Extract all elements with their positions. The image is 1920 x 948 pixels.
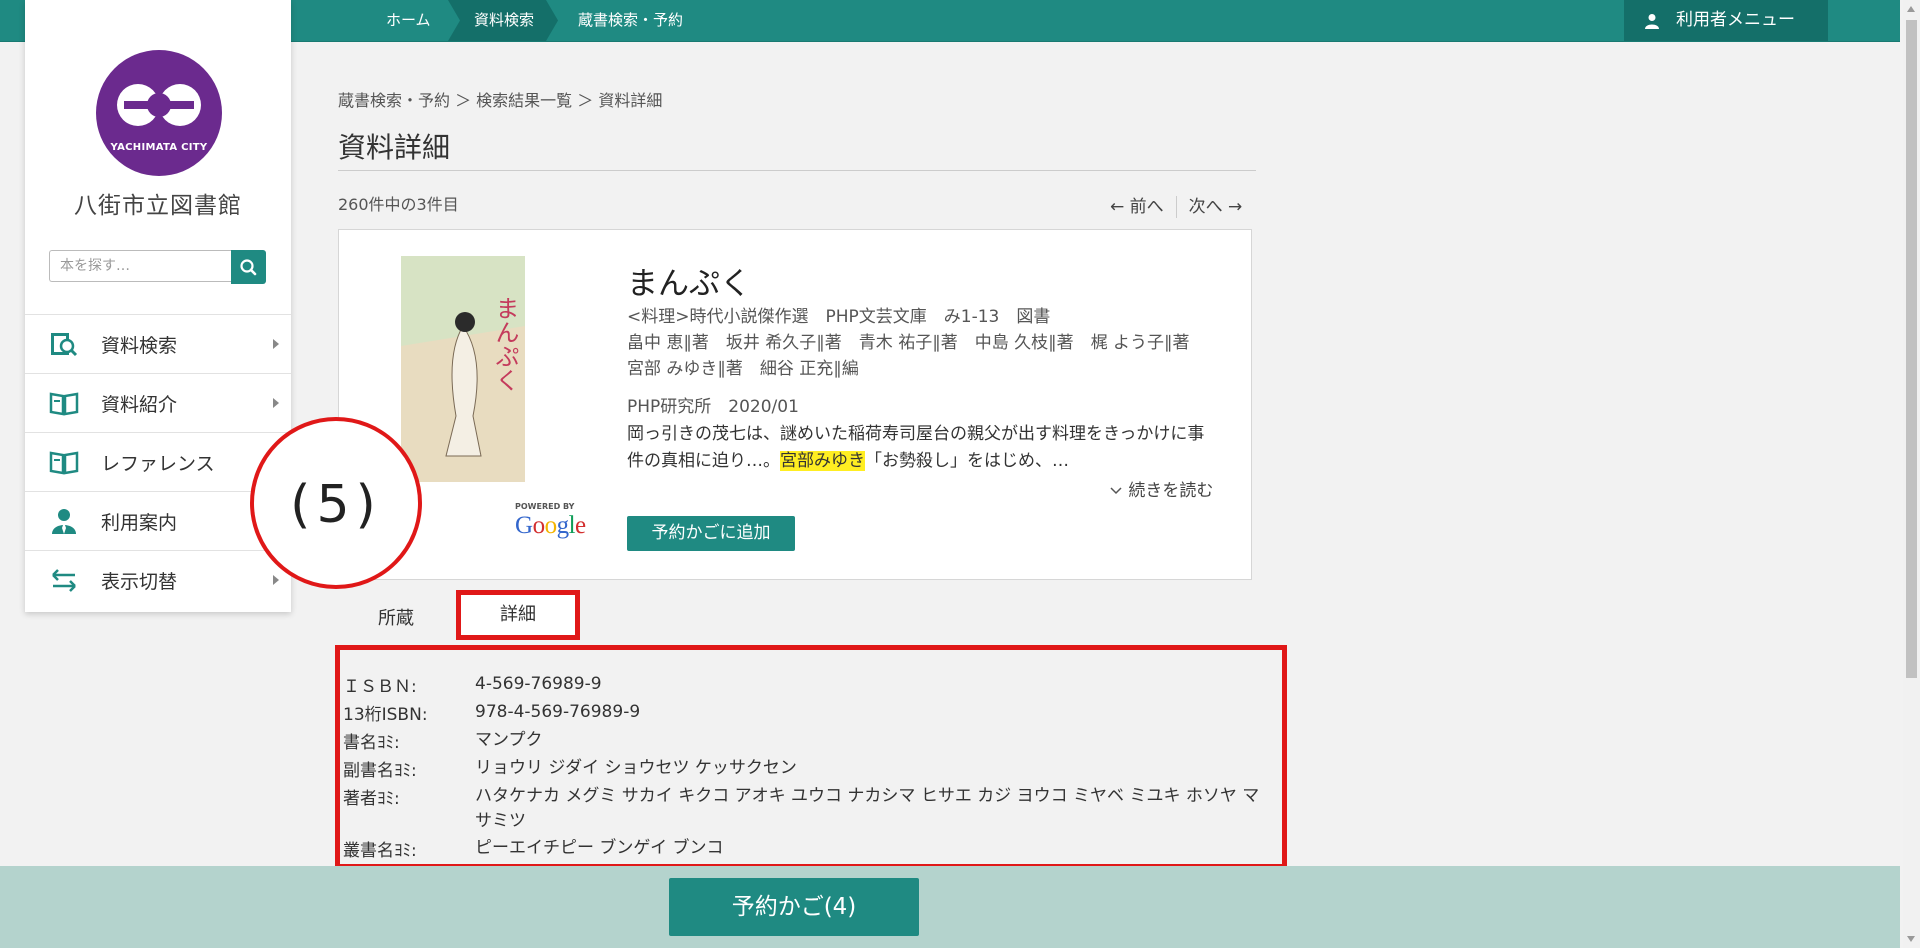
nav-crumb-home[interactable]: ホーム	[386, 0, 431, 41]
read-more-label: 続きを読む	[1128, 481, 1214, 501]
prev-link[interactable]: ← 前へ	[1110, 197, 1164, 217]
sidebar-item-label: 資料紹介	[101, 394, 178, 416]
book-title: まんぷく	[627, 266, 751, 302]
sidebar-item-label: 表示切替	[101, 571, 178, 593]
detail-value: ハタケナカ メグミ サカイ キクコ アオキ ユウコ ナカシマ ヒサエ カジ ヨウ…	[475, 786, 1260, 831]
book-cover-art: まんぷく	[401, 256, 525, 482]
scroll-up-arrow-icon[interactable]	[1907, 6, 1915, 12]
scrollbar-thumb[interactable]	[1906, 20, 1917, 678]
search-book-icon	[51, 333, 78, 357]
svg-text:まんぷく: まんぷく	[491, 296, 519, 392]
sidebar-item-display-switch[interactable]: 表示切替	[25, 550, 291, 609]
add-to-basket-button[interactable]: 予約かごに追加	[627, 516, 795, 551]
chevron-right-icon	[273, 398, 279, 408]
sidebar-item-label: 利用案内	[101, 512, 178, 534]
highlighted-term: 宮部みゆき	[780, 451, 865, 471]
chevron-down-icon	[1110, 487, 1122, 495]
breadcrumb: 蔵書検索・予約 ＞ 検索結果一覧 ＞ 資料詳細	[338, 91, 663, 110]
logo-text: YACHIMATA CITY	[110, 142, 208, 153]
detail-value: リョウリ ジダイ ショウセツ ケッサクセン	[475, 758, 797, 778]
google-logo: Google	[515, 512, 586, 539]
nav-crumb-collection-search[interactable]: 蔵書検索・予約	[578, 0, 683, 41]
sidebar-item-label: 資料検索	[101, 335, 178, 357]
result-position: 260件中の3件目	[338, 195, 459, 214]
user-icon	[1645, 14, 1659, 29]
sidebar-item-label: レファレンス	[101, 453, 215, 475]
powered-by-text: POWERED BY	[515, 502, 575, 511]
title-divider	[338, 170, 1256, 171]
sidebar-search-input[interactable]: 本を探す…	[49, 250, 233, 282]
next-link[interactable]: 次へ →	[1189, 197, 1243, 217]
detail-label: 書名ﾖﾐ:	[343, 733, 400, 753]
scroll-down-arrow-icon[interactable]	[1907, 936, 1915, 942]
search-icon	[240, 259, 257, 276]
page-title: 資料詳細	[338, 131, 451, 164]
sidebar-item-material-intro[interactable]: 資料紹介	[25, 373, 291, 432]
open-book-icon	[49, 392, 79, 416]
chevron-right-icon	[273, 575, 279, 585]
book-description: 岡っ引きの茂七は、謎めいた稲荷寿司屋台の親父が出す料理をきっかけに事件の真相に迫…	[627, 421, 1217, 475]
detail-label: 著者ﾖﾐ:	[343, 789, 400, 809]
pager-divider	[1175, 196, 1177, 218]
detail-label: 副書名ﾖﾐ:	[343, 761, 417, 781]
detail-value: 4-569-76989-9	[475, 674, 602, 694]
detail-value: マンプク	[475, 730, 543, 750]
sidebar-item-reference[interactable]: レファレンス	[25, 432, 291, 491]
sidebar-search-button[interactable]	[231, 250, 266, 284]
footer-bar	[0, 866, 1900, 948]
book-publisher: PHP研究所 2020/01	[627, 397, 799, 417]
detail-label: 13桁ISBN:	[343, 705, 428, 725]
sidebar-item-material-search[interactable]: 資料検索	[25, 314, 291, 373]
city-emblem-icon	[117, 84, 201, 126]
details-panel: ＩＳＢＮ: 4-569-76989-9 13桁ISBN: 978-4-569-7…	[335, 645, 1287, 869]
user-menu-label: 利用者メニュー	[1676, 10, 1795, 30]
annotation-label: (5)	[290, 475, 382, 535]
pager: ← 前へ 次へ →	[1110, 192, 1242, 218]
user-menu-button[interactable]: 利用者メニュー	[1624, 0, 1828, 41]
book-authors: 畠中 恵∥著 坂井 希久子∥著 青木 祐子∥著 中島 久枝∥著 梶 よう子∥著 …	[627, 333, 1207, 379]
detail-label: 叢書名ﾖﾐ:	[343, 841, 417, 861]
tab-details[interactable]: 詳細	[456, 590, 580, 640]
city-logo[interactable]: YACHIMATA CITY	[96, 50, 222, 176]
person-icon	[52, 509, 76, 534]
chevron-right-icon	[273, 339, 279, 349]
description-text-end: 「お勢殺し」をはじめ、…	[865, 451, 1069, 471]
book-series: <料理>時代小説傑作選 PHP文芸文庫 み1-13 図書	[627, 307, 1051, 327]
read-more-link[interactable]: 続きを読む	[1109, 476, 1213, 501]
detail-value: 978-4-569-76989-9	[475, 702, 641, 722]
switch-arrows-icon	[52, 569, 76, 592]
open-book-icon	[49, 451, 79, 475]
book-card: まんぷく POWERED BY Google まんぷく <料理>時代小説傑作選 …	[338, 229, 1252, 580]
annotation-number-circle: (5)	[250, 417, 422, 589]
library-name: 八街市立図書館	[74, 193, 242, 219]
detail-value: ピーエイチピー ブンゲイ ブンコ	[475, 838, 724, 858]
tab-holdings[interactable]: 所蔵	[378, 604, 414, 630]
detail-label: ＩＳＢＮ:	[343, 677, 417, 697]
reservation-basket-button[interactable]: 予約かご(4)	[669, 878, 919, 936]
book-cover-image[interactable]: まんぷく	[401, 256, 525, 482]
google-books-badge[interactable]: POWERED BY Google	[515, 502, 599, 540]
nav-crumb-material-search[interactable]: 資料検索	[448, 0, 558, 41]
